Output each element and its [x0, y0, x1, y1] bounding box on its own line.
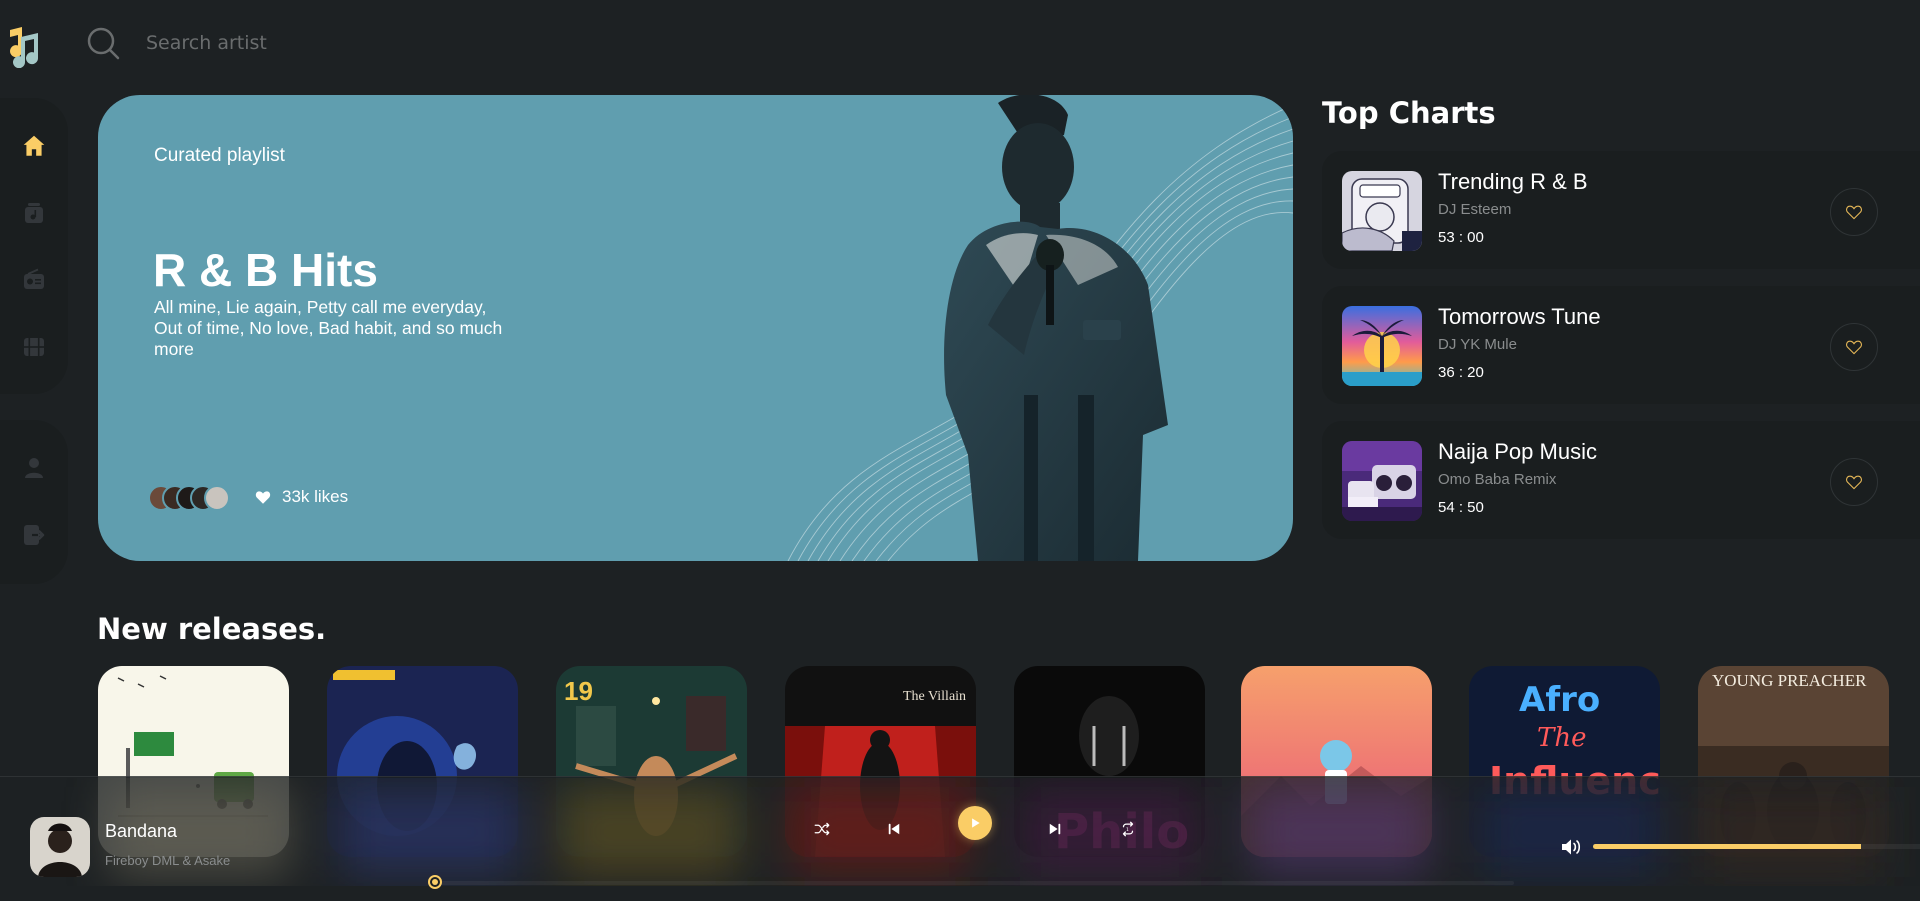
heart-icon — [255, 491, 271, 504]
hero-listener-avatars — [148, 485, 238, 513]
skip-forward-icon — [1049, 823, 1061, 835]
volume-slider[interactable] — [1593, 844, 1920, 849]
hero-artist-image — [944, 95, 1168, 561]
hero-title: R & B Hits — [153, 244, 378, 296]
like-button[interactable] — [1830, 458, 1878, 506]
chart-artist: Omo Baba Remix — [1438, 471, 1557, 488]
skip-back-icon — [888, 823, 900, 835]
radio-icon — [24, 268, 44, 289]
hero-banner[interactable]: Curated playlist R & B Hits All mine, Li… — [98, 95, 1293, 561]
chart-card[interactable]: Tomorrows Tune DJ YK Mule 36 : 20 — [1322, 286, 1920, 404]
heart-icon — [1846, 340, 1862, 355]
chart-title: Trending R & B — [1438, 169, 1588, 194]
chart-title: Naija Pop Music — [1438, 439, 1597, 464]
svg-text:YOUNG PREACHER: YOUNG PREACHER — [1712, 671, 1867, 690]
chart-duration: 36 : 20 — [1438, 364, 1484, 381]
logout-icon — [24, 525, 45, 545]
sidebar-main-nav — [0, 98, 68, 394]
hero-likes[interactable]: 33k likes — [254, 487, 348, 507]
music-library-icon — [25, 203, 43, 223]
progress-handle[interactable] — [428, 875, 442, 889]
sidebar-item-radio[interactable] — [20, 266, 48, 294]
svg-text:The: The — [1537, 723, 1586, 753]
hero-kicker: Curated playlist — [154, 145, 285, 166]
sidebar-user-nav — [0, 420, 68, 584]
search-icon[interactable] — [86, 26, 120, 60]
chart-artist: DJ YK Mule — [1438, 336, 1517, 353]
heart-icon — [1846, 205, 1862, 220]
shuffle-icon — [814, 822, 830, 836]
user-icon — [25, 458, 43, 478]
volume-icon[interactable] — [1560, 837, 1584, 857]
heart-icon — [1846, 475, 1862, 490]
svg-text:The Villain: The Villain — [903, 689, 966, 704]
svg-text:Afro: Afro — [1519, 680, 1600, 720]
music-note-icon — [10, 27, 39, 68]
progress-bar[interactable] — [434, 881, 1514, 885]
like-button[interactable] — [1830, 323, 1878, 371]
chart-artist: DJ Esteem — [1438, 201, 1512, 218]
svg-text:1: 1 — [1126, 827, 1129, 833]
now-playing-cover[interactable] — [30, 817, 90, 877]
top-charts-title: Top Charts — [1322, 96, 1496, 130]
next-button[interactable] — [1040, 814, 1070, 844]
sidebar-item-profile[interactable] — [20, 454, 48, 482]
svg-text:19: 19 — [564, 676, 593, 706]
hero-likes-count: 33k likes — [282, 487, 349, 506]
chart-thumbnail — [1342, 306, 1422, 386]
sidebar-item-playlist[interactable] — [20, 199, 48, 227]
play-icon — [972, 818, 980, 828]
home-icon — [23, 135, 45, 156]
repeat-icon: 1 — [1122, 821, 1134, 837]
chart-card[interactable]: Naija Pop Music Omo Baba Remix 54 : 50 — [1322, 421, 1920, 539]
sidebar-item-home[interactable] — [20, 132, 48, 160]
hero-description: All mine, Lie again, Petty call me every… — [154, 297, 503, 359]
chart-title: Tomorrows Tune — [1438, 304, 1601, 329]
chart-duration: 53 : 00 — [1438, 229, 1484, 246]
search-input[interactable] — [146, 26, 626, 60]
now-playing-artist: Fireboy DML & Asake — [105, 853, 231, 868]
now-playing-title: Bandana — [105, 821, 178, 841]
repeat-button[interactable]: 1 — [1113, 814, 1143, 844]
app-logo[interactable] — [0, 24, 44, 68]
chart-thumbnail — [1342, 171, 1422, 251]
new-releases-title: New releases. — [97, 612, 327, 646]
previous-button[interactable] — [879, 814, 909, 844]
sidebar-item-logout[interactable] — [20, 521, 48, 549]
sidebar-item-videos[interactable] — [20, 333, 48, 361]
play-button[interactable] — [958, 806, 992, 840]
shuffle-button[interactable] — [807, 814, 837, 844]
avatar — [204, 485, 230, 511]
chart-thumbnail — [1342, 441, 1422, 521]
volume-level — [1593, 844, 1862, 849]
like-button[interactable] — [1830, 188, 1878, 236]
video-icon — [24, 338, 44, 356]
chart-duration: 54 : 50 — [1438, 499, 1484, 516]
chart-card[interactable]: Trending R & B DJ Esteem 53 : 00 — [1322, 151, 1920, 269]
